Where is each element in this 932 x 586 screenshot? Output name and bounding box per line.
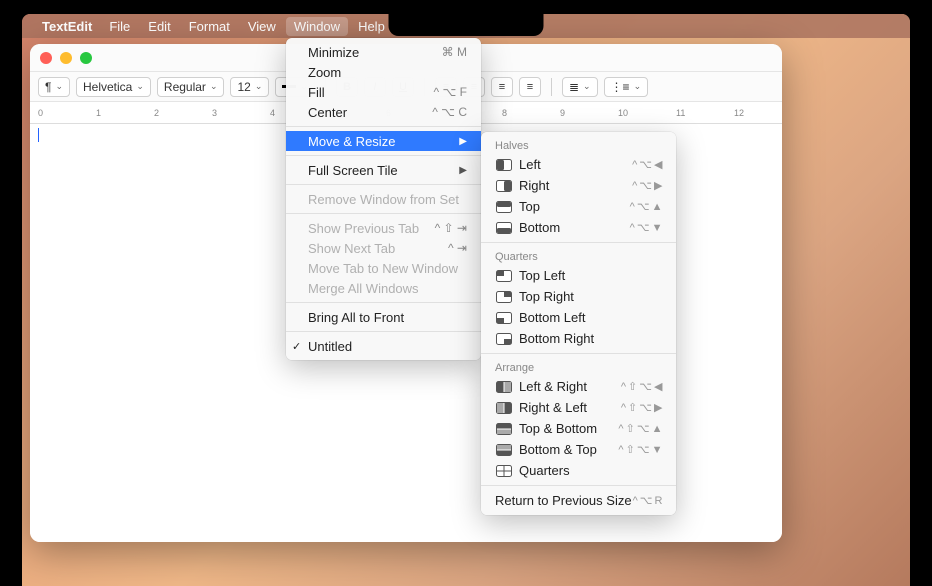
menu-help[interactable]: Help <box>350 17 393 36</box>
shortcut: ^ ⇧ ⌥ ▲ <box>618 422 662 435</box>
submenu-item-bottom-left[interactable]: Bottom Left <box>481 307 676 328</box>
submenu-item-label: Bottom <box>519 220 560 235</box>
submenu-item-label: Top & Bottom <box>519 421 597 436</box>
menu-item-move-resize[interactable]: Move & Resize▶ <box>286 131 481 151</box>
menu-item-center[interactable]: Center^ ⌥ C <box>286 102 481 122</box>
submenu-item-label: Top Left <box>519 268 565 283</box>
menu-item-bring-to-front[interactable]: Bring All to Front <box>286 307 481 327</box>
shortcut: ^ ⇧ ⌥ ◀ <box>621 380 662 393</box>
tile-bl-icon <box>495 311 513 325</box>
fullscreen-button[interactable] <box>80 52 92 64</box>
menu-item-move-tab: Move Tab to New Window <box>286 258 481 278</box>
submenu-item-top-left[interactable]: Top Left <box>481 265 676 286</box>
submenu-item-top[interactable]: Top ^ ⌥ ▲ <box>481 196 676 217</box>
tile-top-icon <box>495 200 513 214</box>
window-dropdown-menu: Minimize⌘ M Zoom Fill^ ⌥ F Center^ ⌥ C M… <box>286 38 481 360</box>
text-cursor <box>38 128 39 142</box>
menu-item-minimize[interactable]: Minimize⌘ M <box>286 42 481 62</box>
submenu-item-label: Quarters <box>519 463 570 478</box>
submenu-item-left-right[interactable]: Left & Right ^ ⇧ ⌥ ◀ <box>481 376 676 397</box>
tile-lr-icon <box>495 380 513 394</box>
tile-tr-icon <box>495 290 513 304</box>
submenu-item-label: Right & Left <box>519 400 587 415</box>
menu-item-show-next-tab: Show Next Tab^ ⇥ <box>286 238 481 258</box>
menu-format[interactable]: Format <box>181 17 238 36</box>
menu-view[interactable]: View <box>240 17 284 36</box>
tile-quarters-icon <box>495 464 513 478</box>
tile-tl-icon <box>495 269 513 283</box>
menu-item-remove-from-set: Remove Window from Set <box>286 189 481 209</box>
font-family-select[interactable]: Helvetica⌄ <box>76 77 151 97</box>
shortcut: ^ ⌥ ▼ <box>630 221 662 234</box>
minimize-button[interactable] <box>60 52 72 64</box>
spacing-select[interactable]: ≣⌄ <box>562 77 598 97</box>
submenu-item-right[interactable]: Right ^ ⌥ ▶ <box>481 175 676 196</box>
menu-item-untitled[interactable]: ✓Untitled <box>286 336 481 356</box>
submenu-item-label: Left <box>519 157 541 172</box>
submenu-header-halves: Halves <box>481 136 676 154</box>
paragraph-style-select[interactable]: ¶⌄ <box>38 77 70 97</box>
submenu-item-bottom[interactable]: Bottom ^ ⌥ ▼ <box>481 217 676 238</box>
submenu-item-right-left[interactable]: Right & Left ^ ⇧ ⌥ ▶ <box>481 397 676 418</box>
close-button[interactable] <box>40 52 52 64</box>
list-select[interactable]: ⋮≡⌄ <box>604 77 649 97</box>
submenu-item-bottom-right[interactable]: Bottom Right <box>481 328 676 349</box>
submenu-item-label: Bottom & Top <box>519 442 597 457</box>
shortcut: ^ ⌥ ◀ <box>632 158 662 171</box>
font-size-select[interactable]: 12⌄ <box>230 77 269 97</box>
tile-left-icon <box>495 158 513 172</box>
submenu-header-quarters: Quarters <box>481 247 676 265</box>
menu-item-full-screen-tile[interactable]: Full Screen Tile▶ <box>286 160 481 180</box>
submenu-item-bottom-top[interactable]: Bottom & Top ^ ⇧ ⌥ ▼ <box>481 439 676 460</box>
menu-file[interactable]: File <box>101 17 138 36</box>
menu-edit[interactable]: Edit <box>140 17 178 36</box>
submenu-header-arrange: Arrange <box>481 358 676 376</box>
submenu-item-label: Left & Right <box>519 379 587 394</box>
align-right-button[interactable]: ≡ <box>491 77 513 97</box>
shortcut: ^ ⌥ ▲ <box>630 200 662 213</box>
laptop-notch <box>389 14 544 36</box>
menu-item-show-prev-tab: Show Previous Tab^ ⇧ ⇥ <box>286 218 481 238</box>
shortcut: ^ ⌥ ▶ <box>632 179 662 192</box>
submenu-item-left[interactable]: Left ^ ⌥ ◀ <box>481 154 676 175</box>
tile-bt-icon <box>495 443 513 457</box>
submenu-item-return-to-previous[interactable]: Return to Previous Size ^ ⌥ R <box>481 490 676 511</box>
app-name[interactable]: TextEdit <box>42 19 92 34</box>
submenu-item-label: Right <box>519 178 549 193</box>
tile-right-icon <box>495 179 513 193</box>
menu-item-fill[interactable]: Fill^ ⌥ F <box>286 82 481 102</box>
menu-item-merge-all: Merge All Windows <box>286 278 481 298</box>
submenu-item-label: Top Right <box>519 289 574 304</box>
tile-bottom-icon <box>495 221 513 235</box>
menu-item-zoom[interactable]: Zoom <box>286 62 481 82</box>
submenu-item-top-bottom[interactable]: Top & Bottom ^ ⇧ ⌥ ▲ <box>481 418 676 439</box>
font-style-select[interactable]: Regular⌄ <box>157 77 225 97</box>
move-resize-submenu: Halves Left ^ ⌥ ◀ Right ^ ⌥ ▶ Top ^ ⌥ ▲ Bottom… <box>481 132 676 515</box>
tile-tb-icon <box>495 422 513 436</box>
tile-rl-icon <box>495 401 513 415</box>
submenu-item-quarters[interactable]: Quarters <box>481 460 676 481</box>
submenu-item-top-right[interactable]: Top Right <box>481 286 676 307</box>
tile-br-icon <box>495 332 513 346</box>
align-justify-button[interactable]: ≡ <box>519 77 541 97</box>
submenu-item-label: Bottom Right <box>519 331 594 346</box>
submenu-item-label: Top <box>519 199 540 214</box>
menu-window[interactable]: Window <box>286 17 348 36</box>
shortcut: ^ ⇧ ⌥ ▼ <box>618 443 662 456</box>
shortcut: ^ ⇧ ⌥ ▶ <box>621 401 662 414</box>
submenu-item-label: Bottom Left <box>519 310 585 325</box>
